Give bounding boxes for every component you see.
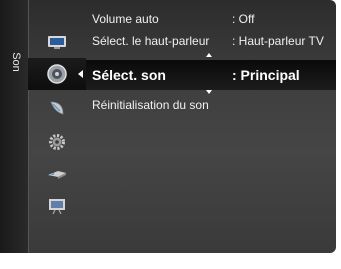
row-value: : Off	[232, 12, 255, 26]
row-value: : Principal	[232, 67, 300, 83]
osd-menu-panel: Son Volume auto: Off Sélect. le haut-pa…	[0, 0, 336, 253]
menu-item-setup[interactable]	[28, 126, 86, 158]
row-label: Réinitialisation du son	[92, 98, 209, 112]
picture-icon	[48, 36, 66, 49]
menu-item-channel[interactable]	[28, 92, 86, 124]
row-sound-reset[interactable]: Réinitialisation du son	[86, 96, 336, 114]
category-label: Son	[10, 52, 22, 72]
row-label: Sélect. le haut-parleur	[92, 34, 210, 48]
row-volume-auto[interactable]: Volume auto : Off	[86, 10, 336, 28]
menu-item-picture[interactable]	[28, 26, 86, 58]
active-pointer-icon	[78, 70, 83, 78]
channel-icon	[50, 101, 64, 115]
row-speaker-select[interactable]: Sélect. le haut-parleur : Haut-parleur T…	[86, 32, 336, 50]
menu-icon-column	[28, 0, 86, 253]
row-sound-select[interactable]: Sélect. son : Principal	[86, 60, 336, 90]
category-tab: Son	[0, 0, 29, 253]
row-value: : Haut-parleur TV	[232, 34, 324, 48]
application-icon	[49, 199, 65, 215]
input-icon	[48, 171, 66, 179]
row-label: Volume auto	[92, 12, 159, 26]
menu-item-sound[interactable]	[28, 58, 86, 90]
scroll-down-icon	[206, 90, 212, 94]
sound-icon	[47, 64, 67, 84]
tv-screen: Son Volume auto: Off Sélect. le haut-pa…	[0, 0, 341, 269]
menu-item-input[interactable]	[28, 158, 86, 190]
row-label: Sélect. son	[92, 67, 166, 83]
menu-item-application[interactable]	[28, 190, 86, 222]
scroll-up-icon	[206, 53, 212, 57]
gear-icon	[49, 134, 65, 150]
settings-list: Volume auto : Off Sélect. le haut-parleu…	[86, 0, 336, 253]
